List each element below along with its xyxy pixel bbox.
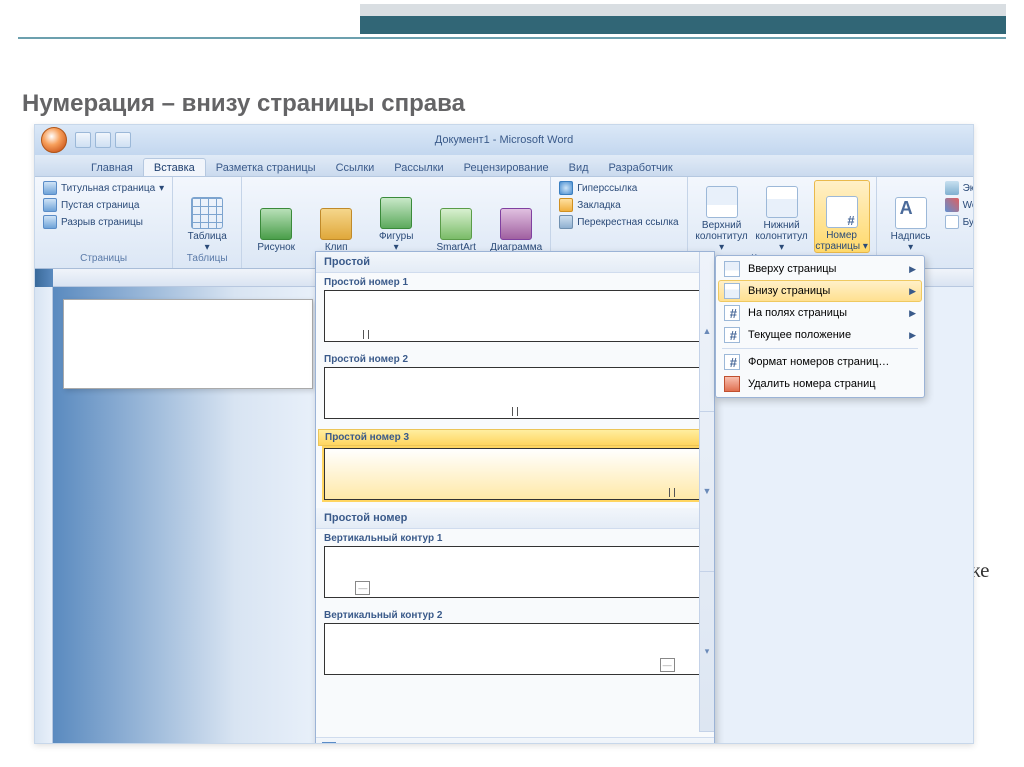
btn-cover-page[interactable]: Титульная страница ▾ bbox=[41, 180, 166, 196]
tab-view[interactable]: Вид bbox=[559, 159, 599, 176]
window-title: Документ1 - Microsoft Word bbox=[435, 134, 573, 146]
group-label-tables: Таблицы bbox=[179, 253, 235, 267]
group-tables: Таблица▾ Таблицы bbox=[173, 177, 242, 268]
document-page[interactable] bbox=[63, 299, 313, 389]
btn-table[interactable]: Таблица▾ bbox=[179, 180, 235, 253]
btn-textbox[interactable]: Надпись▾ bbox=[883, 180, 939, 253]
tab-references[interactable]: Ссылки bbox=[326, 159, 385, 176]
group-label-pages: Страницы bbox=[41, 253, 166, 267]
menu-bottom-of-page[interactable]: Внизу страницы▶ bbox=[718, 280, 922, 302]
menu-top-of-page[interactable]: Вверху страницы▶ bbox=[718, 258, 922, 280]
ruler-vertical[interactable] bbox=[35, 287, 53, 743]
page-bottom-icon bbox=[724, 283, 740, 299]
tab-developer[interactable]: Разработчик bbox=[599, 159, 683, 176]
gallery-item-simple-3[interactable]: Простой номер 3 bbox=[316, 427, 714, 508]
gallery-footer-label: Сохранить выделенный фрагмент как номер … bbox=[341, 744, 680, 745]
btn-footer[interactable]: Нижний колонтитул ▾ bbox=[754, 180, 810, 253]
qat-undo-icon[interactable] bbox=[95, 132, 111, 148]
btn-cross-reference[interactable]: Перекрестная ссылка bbox=[557, 214, 680, 230]
btn-picture[interactable]: Рисунок bbox=[248, 180, 304, 253]
tab-review[interactable]: Рецензирование bbox=[454, 159, 559, 176]
menu-page-margins[interactable]: На полях страницы▶ bbox=[718, 302, 922, 324]
arrow-down-icon[interactable]: ▼ bbox=[700, 412, 714, 572]
gallery-item-vertical-2[interactable]: Вертикальный контур 2 — bbox=[316, 606, 714, 683]
gallery-header: Простой bbox=[316, 252, 714, 273]
word-screenshot: Документ1 - Microsoft Word Главная Встав… bbox=[34, 124, 974, 744]
btn-header[interactable]: Верхний колонтитул ▾ bbox=[694, 180, 750, 253]
btn-shapes[interactable]: Фигуры▾ bbox=[368, 180, 424, 253]
gallery-subheader: Простой номер bbox=[316, 508, 714, 529]
btn-chart[interactable]: Диаграмма bbox=[488, 180, 544, 253]
qat-save-icon[interactable] bbox=[75, 132, 91, 148]
group-pages: Титульная страница ▾ Пустая страница Раз… bbox=[35, 177, 173, 268]
menu-remove-page-numbers[interactable]: Удалить номера страниц bbox=[718, 373, 922, 395]
gallery-item-vertical-1[interactable]: Вертикальный контур 1 — bbox=[316, 529, 714, 606]
gallery-item-simple-2[interactable]: Простой номер 2 bbox=[316, 350, 714, 427]
btn-bookmark[interactable]: Закладка bbox=[557, 197, 680, 213]
page-number-gallery: Простой Простой номер 1 Простой номер 2 … bbox=[315, 251, 715, 744]
btn-page-break[interactable]: Разрыв страницы bbox=[41, 214, 166, 230]
btn-blank-page[interactable]: Пустая страница bbox=[41, 197, 166, 213]
menu-format-page-numbers[interactable]: Формат номеров страниц… bbox=[718, 351, 922, 373]
tab-mailings[interactable]: Рассылки bbox=[384, 159, 453, 176]
arrow-up-icon[interactable]: ▲ bbox=[700, 252, 714, 412]
slide-decoration bbox=[0, 0, 1024, 39]
quick-access-toolbar bbox=[75, 132, 131, 148]
format-icon bbox=[724, 354, 740, 370]
gallery-footer[interactable]: Сохранить выделенный фрагмент как номер … bbox=[316, 737, 714, 744]
page-margins-icon bbox=[724, 305, 740, 321]
page-number-menu: Вверху страницы▶ Внизу страницы▶ На поля… bbox=[715, 255, 925, 398]
btn-hyperlink[interactable]: Гиперссылка bbox=[557, 180, 680, 196]
ribbon-tabs: Главная Вставка Разметка страницы Ссылки… bbox=[35, 155, 973, 177]
btn-page-number[interactable]: Номер страницы ▾ bbox=[814, 180, 870, 253]
tab-insert[interactable]: Вставка bbox=[143, 158, 206, 176]
menu-separator bbox=[722, 348, 918, 349]
save-selection-icon bbox=[322, 742, 336, 744]
btn-clipart[interactable]: Клип bbox=[308, 180, 364, 253]
btn-drop-cap[interactable]: Буквица ▾ bbox=[943, 214, 974, 230]
btn-quick-parts[interactable]: Экспресс-бл bbox=[943, 180, 974, 196]
tab-home[interactable]: Главная bbox=[81, 159, 143, 176]
delete-icon bbox=[724, 376, 740, 392]
page-top-icon bbox=[724, 261, 740, 277]
office-button-icon[interactable] bbox=[41, 127, 67, 153]
word-titlebar: Документ1 - Microsoft Word bbox=[35, 125, 973, 155]
gallery-item-simple-1[interactable]: Простой номер 1 bbox=[316, 273, 714, 350]
qat-redo-icon[interactable] bbox=[115, 132, 131, 148]
menu-current-position[interactable]: Текущее положение▶ bbox=[718, 324, 922, 346]
slide-title: Нумерация – внизу страницы справа bbox=[22, 90, 465, 118]
btn-smartart[interactable]: SmartArt bbox=[428, 180, 484, 253]
arrow-more-icon[interactable]: ▾ bbox=[700, 572, 714, 732]
tab-page-layout[interactable]: Разметка страницы bbox=[206, 159, 326, 176]
gallery-scroll[interactable]: ▲ ▼ ▾ bbox=[699, 252, 714, 732]
btn-wordart[interactable]: WordArt ▾ bbox=[943, 197, 974, 213]
current-position-icon bbox=[724, 327, 740, 343]
